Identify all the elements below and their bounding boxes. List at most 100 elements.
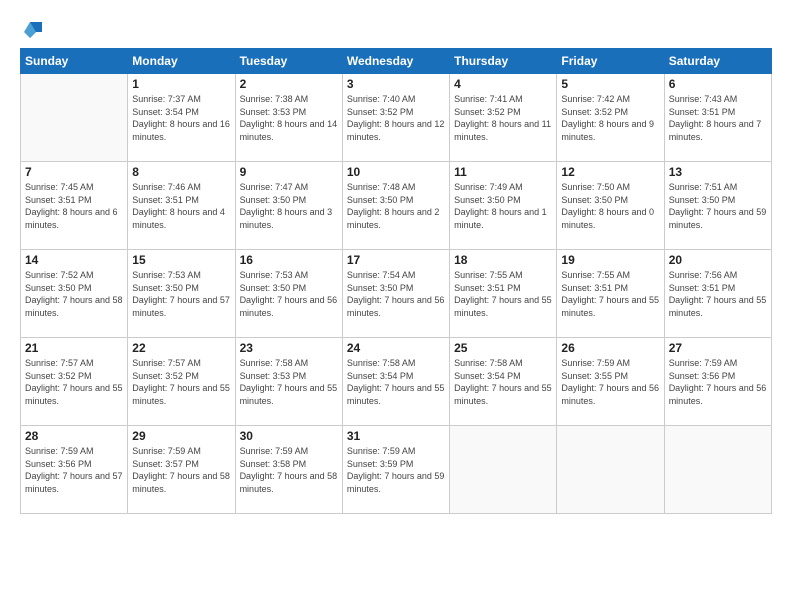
day-info: Sunrise: 7:51 AMSunset: 3:50 PMDaylight:… [669,181,767,231]
calendar-cell: 11 Sunrise: 7:49 AMSunset: 3:50 PMDayligh… [450,162,557,250]
calendar-cell: 13 Sunrise: 7:51 AMSunset: 3:50 PMDayligh… [664,162,771,250]
day-number: 28 [25,429,123,443]
day-info: Sunrise: 7:58 AMSunset: 3:54 PMDaylight:… [347,357,445,407]
day-info: Sunrise: 7:56 AMSunset: 3:51 PMDaylight:… [669,269,767,319]
day-number: 22 [132,341,230,355]
weekday-header: Monday [128,49,235,74]
day-info: Sunrise: 7:49 AMSunset: 3:50 PMDaylight:… [454,181,552,231]
day-number: 24 [347,341,445,355]
day-info: Sunrise: 7:50 AMSunset: 3:50 PMDaylight:… [561,181,659,231]
day-number: 19 [561,253,659,267]
calendar-cell: 4 Sunrise: 7:41 AMSunset: 3:52 PMDaylight… [450,74,557,162]
day-number: 6 [669,77,767,91]
day-info: Sunrise: 7:59 AMSunset: 3:59 PMDaylight:… [347,445,445,495]
calendar-cell: 20 Sunrise: 7:56 AMSunset: 3:51 PMDayligh… [664,250,771,338]
day-info: Sunrise: 7:58 AMSunset: 3:54 PMDaylight:… [454,357,552,407]
day-info: Sunrise: 7:41 AMSunset: 3:52 PMDaylight:… [454,93,552,143]
calendar-cell: 9 Sunrise: 7:47 AMSunset: 3:50 PMDaylight… [235,162,342,250]
calendar-cell: 5Sunrise: 7:42 AMSunset: 3:52 PMDaylight… [557,74,664,162]
calendar-header-row: SundayMondayTuesdayWednesdayThursdayFrid… [21,49,772,74]
calendar-cell: 8Sunrise: 7:46 AMSunset: 3:51 PMDaylight… [128,162,235,250]
day-number: 14 [25,253,123,267]
day-number: 2 [240,77,338,91]
calendar-cell: 1 Sunrise: 7:37 AMSunset: 3:54 PMDaylight… [128,74,235,162]
calendar-cell: 16 Sunrise: 7:53 AMSunset: 3:50 PMDayligh… [235,250,342,338]
day-number: 31 [347,429,445,443]
day-info: Sunrise: 7:52 AMSunset: 3:50 PMDaylight:… [25,269,123,319]
calendar: SundayMondayTuesdayWednesdayThursdayFrid… [20,48,772,514]
day-info: Sunrise: 7:57 AMSunset: 3:52 PMDaylight:… [132,357,230,407]
calendar-week-row: 28Sunrise: 7:59 AMSunset: 3:56 PMDayligh… [21,426,772,514]
day-info: Sunrise: 7:37 AMSunset: 3:54 PMDaylight:… [132,93,230,143]
calendar-cell: 24 Sunrise: 7:58 AMSunset: 3:54 PMDayligh… [342,338,449,426]
weekday-header: Tuesday [235,49,342,74]
day-info: Sunrise: 7:42 AMSunset: 3:52 PMDaylight:… [561,93,659,143]
day-number: 13 [669,165,767,179]
weekday-header: Wednesday [342,49,449,74]
weekday-header: Friday [557,49,664,74]
day-info: Sunrise: 7:40 AMSunset: 3:52 PMDaylight:… [347,93,445,143]
day-number: 21 [25,341,123,355]
calendar-week-row: 7 Sunrise: 7:45 AMSunset: 3:51 PMDaylight… [21,162,772,250]
calendar-cell: 27Sunrise: 7:59 AMSunset: 3:56 PMDayligh… [664,338,771,426]
calendar-cell: 2 Sunrise: 7:38 AMSunset: 3:53 PMDaylight… [235,74,342,162]
day-number: 12 [561,165,659,179]
calendar-cell: 30 Sunrise: 7:59 AMSunset: 3:58 PMDayligh… [235,426,342,514]
calendar-cell [557,426,664,514]
day-info: Sunrise: 7:55 AMSunset: 3:51 PMDaylight:… [561,269,659,319]
logo [20,18,44,40]
day-number: 20 [669,253,767,267]
day-number: 10 [347,165,445,179]
calendar-cell: 19 Sunrise: 7:55 AMSunset: 3:51 PMDayligh… [557,250,664,338]
calendar-cell: 28Sunrise: 7:59 AMSunset: 3:56 PMDayligh… [21,426,128,514]
day-number: 17 [347,253,445,267]
calendar-cell: 12 Sunrise: 7:50 AMSunset: 3:50 PMDayligh… [557,162,664,250]
day-number: 9 [240,165,338,179]
calendar-cell [664,426,771,514]
calendar-cell: 31 Sunrise: 7:59 AMSunset: 3:59 PMDayligh… [342,426,449,514]
calendar-week-row: 14 Sunrise: 7:52 AMSunset: 3:50 PMDayligh… [21,250,772,338]
calendar-cell: 25 Sunrise: 7:58 AMSunset: 3:54 PMDayligh… [450,338,557,426]
calendar-cell: 18 Sunrise: 7:55 AMSunset: 3:51 PMDayligh… [450,250,557,338]
day-info: Sunrise: 7:55 AMSunset: 3:51 PMDaylight:… [454,269,552,319]
weekday-header: Sunday [21,49,128,74]
day-number: 16 [240,253,338,267]
day-info: Sunrise: 7:54 AMSunset: 3:50 PMDaylight:… [347,269,445,319]
day-number: 26 [561,341,659,355]
day-number: 29 [132,429,230,443]
day-number: 30 [240,429,338,443]
calendar-cell: 21 Sunrise: 7:57 AMSunset: 3:52 PMDayligh… [21,338,128,426]
day-info: Sunrise: 7:59 AMSunset: 3:56 PMDaylight:… [669,357,767,407]
day-info: Sunrise: 7:53 AMSunset: 3:50 PMDaylight:… [240,269,338,319]
day-number: 7 [25,165,123,179]
calendar-cell: 14 Sunrise: 7:52 AMSunset: 3:50 PMDayligh… [21,250,128,338]
day-info: Sunrise: 7:47 AMSunset: 3:50 PMDaylight:… [240,181,338,231]
calendar-cell: 10 Sunrise: 7:48 AMSunset: 3:50 PMDayligh… [342,162,449,250]
day-number: 4 [454,77,552,91]
day-info: Sunrise: 7:48 AMSunset: 3:50 PMDaylight:… [347,181,445,231]
calendar-cell: 23Sunrise: 7:58 AMSunset: 3:53 PMDayligh… [235,338,342,426]
calendar-cell: 22 Sunrise: 7:57 AMSunset: 3:52 PMDayligh… [128,338,235,426]
day-number: 3 [347,77,445,91]
day-number: 11 [454,165,552,179]
day-info: Sunrise: 7:38 AMSunset: 3:53 PMDaylight:… [240,93,338,143]
day-number: 1 [132,77,230,91]
day-info: Sunrise: 7:45 AMSunset: 3:51 PMDaylight:… [25,181,123,231]
weekday-header: Saturday [664,49,771,74]
calendar-cell [450,426,557,514]
day-info: Sunrise: 7:59 AMSunset: 3:58 PMDaylight:… [240,445,338,495]
day-number: 15 [132,253,230,267]
day-number: 18 [454,253,552,267]
header [20,18,772,40]
day-number: 25 [454,341,552,355]
calendar-cell: 17 Sunrise: 7:54 AMSunset: 3:50 PMDayligh… [342,250,449,338]
calendar-cell: 26Sunrise: 7:59 AMSunset: 3:55 PMDayligh… [557,338,664,426]
logo-icon [22,18,44,40]
weekday-header: Thursday [450,49,557,74]
day-info: Sunrise: 7:46 AMSunset: 3:51 PMDaylight:… [132,181,230,231]
calendar-cell: 29Sunrise: 7:59 AMSunset: 3:57 PMDayligh… [128,426,235,514]
calendar-cell: 6Sunrise: 7:43 AMSunset: 3:51 PMDaylight… [664,74,771,162]
day-info: Sunrise: 7:57 AMSunset: 3:52 PMDaylight:… [25,357,123,407]
day-info: Sunrise: 7:53 AMSunset: 3:50 PMDaylight:… [132,269,230,319]
calendar-week-row: 21 Sunrise: 7:57 AMSunset: 3:52 PMDayligh… [21,338,772,426]
